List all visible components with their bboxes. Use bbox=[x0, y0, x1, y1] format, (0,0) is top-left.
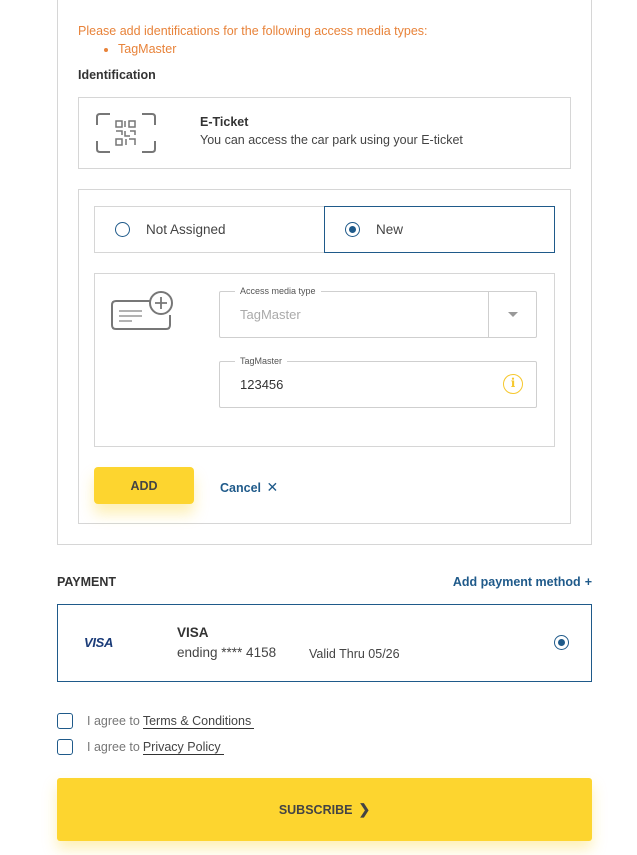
visa-logo: VISA bbox=[84, 635, 114, 650]
cancel-button[interactable]: Cancel ✕ bbox=[220, 479, 278, 496]
card-ending: ending **** 4158 bbox=[177, 645, 277, 660]
privacy-agreement: I agree to Privacy Policy bbox=[57, 739, 224, 755]
access-media-type-label: Access media type bbox=[235, 286, 321, 296]
chevron-right-icon: ❯ bbox=[358, 801, 371, 817]
tagmaster-label: TagMaster bbox=[235, 356, 288, 366]
tagmaster-value[interactable]: 123456 bbox=[240, 377, 283, 392]
radio-new[interactable]: New bbox=[324, 206, 555, 253]
assignment-card: Not Assigned New Access media type TagMa… bbox=[78, 189, 571, 524]
agree-prefix: I agree to bbox=[87, 740, 140, 754]
eticket-title: E-Ticket bbox=[200, 115, 249, 129]
close-icon: ✕ bbox=[266, 479, 279, 495]
radio-circle[interactable] bbox=[115, 222, 130, 237]
subscribe-label: SUBSCRIBE bbox=[278, 803, 353, 817]
card-valid-thru: Valid Thru 05/26 bbox=[309, 647, 400, 661]
eticket-card: E-Ticket You can access the car park usi… bbox=[78, 97, 571, 169]
qr-code-icon bbox=[96, 113, 156, 153]
chevron-down-icon[interactable] bbox=[508, 312, 518, 317]
warning-message: Please add identifications for the follo… bbox=[78, 24, 428, 38]
radio-circle-checked[interactable] bbox=[345, 222, 360, 237]
new-identification-form: Access media type TagMaster TagMaster 12… bbox=[94, 273, 555, 447]
access-media-type-value: TagMaster bbox=[240, 307, 301, 322]
radio-label: Not Assigned bbox=[146, 222, 226, 237]
warning-list: TagMaster bbox=[118, 40, 428, 58]
subscribe-button[interactable]: SUBSCRIBE ❯ bbox=[57, 778, 592, 841]
cancel-label: Cancel bbox=[220, 481, 261, 495]
eticket-description: You can access the car park using your E… bbox=[200, 133, 463, 147]
plus-icon: + bbox=[584, 575, 592, 589]
info-icon[interactable]: i bbox=[503, 374, 523, 394]
agree-prefix: I agree to bbox=[87, 714, 140, 728]
privacy-checkbox[interactable] bbox=[57, 739, 73, 755]
card-brand: VISA bbox=[177, 625, 209, 640]
payment-heading: PAYMENT bbox=[57, 575, 117, 589]
add-payment-method-link[interactable]: Add payment method + bbox=[453, 575, 592, 589]
card-add-icon bbox=[111, 291, 173, 330]
privacy-link[interactable]: Privacy Policy bbox=[142, 740, 224, 755]
terms-link[interactable]: Terms & Conditions bbox=[142, 714, 255, 729]
select-divider bbox=[488, 292, 489, 337]
payment-method-card[interactable]: VISA VISA ending **** 4158 Valid Thru 05… bbox=[57, 604, 592, 682]
missing-media-warning: Please add identifications for the follo… bbox=[78, 22, 428, 58]
terms-checkbox[interactable] bbox=[57, 713, 73, 729]
identification-heading: Identification bbox=[78, 68, 156, 82]
radio-label: New bbox=[376, 222, 404, 237]
warning-item: TagMaster bbox=[118, 40, 428, 58]
tagmaster-input[interactable]: TagMaster 123456 i bbox=[219, 356, 537, 408]
add-payment-label: Add payment method bbox=[452, 575, 581, 589]
terms-agreement: I agree to Terms & Conditions bbox=[57, 713, 255, 729]
payment-radio[interactable] bbox=[554, 635, 569, 650]
radio-not-assigned[interactable]: Not Assigned bbox=[94, 206, 325, 253]
access-media-type-select[interactable]: Access media type TagMaster bbox=[219, 286, 537, 338]
add-button[interactable]: ADD bbox=[94, 467, 194, 504]
